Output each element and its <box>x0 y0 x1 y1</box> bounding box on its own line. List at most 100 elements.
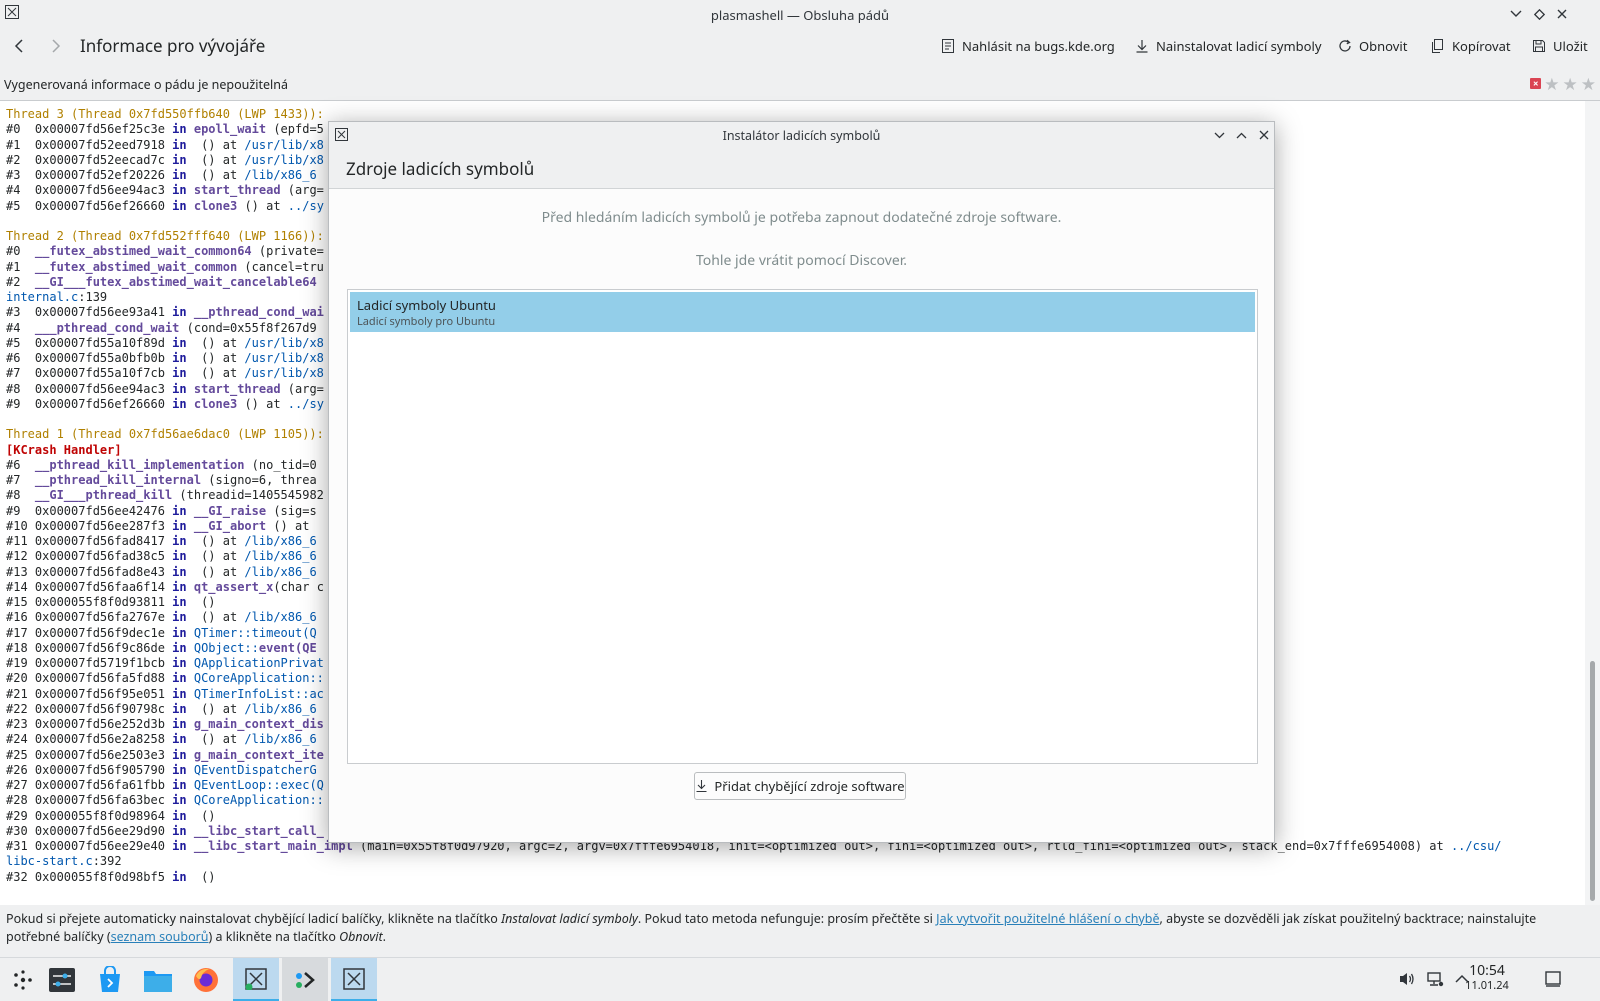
network-icon[interactable] <box>1424 968 1446 990</box>
backtrace-token: in <box>172 534 187 548</box>
dialog-minimize-icon[interactable] <box>1209 125 1229 145</box>
backtrace-token: #32 0x000055f8f0d98bf5 <box>6 869 173 884</box>
taskbar-crash-handler[interactable] <box>233 958 279 1001</box>
backtrace-token: in <box>172 869 187 884</box>
backtrace-token: clone3 <box>193 198 238 213</box>
backtrace-token: QCoreApplication:: <box>193 671 324 686</box>
sources-list[interactable]: Ladicí symboly Ubuntu Ladicí symboly pro… <box>347 289 1258 764</box>
copy-icon <box>1432 39 1443 53</box>
backtrace-token <box>187 122 194 136</box>
backtrace-token: in <box>172 198 187 213</box>
copy-button[interactable]: Kopírovat <box>1430 35 1511 57</box>
backtrace-token: #13 0x00007fd56fad8e43 <box>6 564 173 579</box>
backtrace-token: /usr/lib/x8 <box>244 366 324 381</box>
backtrace-token: #23 0x00007fd56e252d3b <box>6 717 173 731</box>
report-icon <box>942 39 954 53</box>
chevron-right-icon <box>52 39 61 53</box>
backtrace-token: #3 0x00007fd52ef20226 <box>6 168 173 182</box>
backtrace-token <box>187 183 194 197</box>
backtrace-token <box>187 397 194 411</box>
forward-button[interactable] <box>45 35 67 57</box>
backtrace-token: in <box>172 137 187 152</box>
backtrace-token: () at <box>186 534 245 548</box>
backtrace-token: ../sy <box>287 198 324 213</box>
backtrace-token: internal.c <box>6 290 79 304</box>
backtrace-token: #15 0x000055f8f0d93811 <box>6 595 173 609</box>
backtrace-token: (cond=0x55f8f267d9 <box>179 320 317 335</box>
backtrace-token <box>187 839 194 853</box>
backtrace-token: (signo=6, threa <box>201 473 317 487</box>
backtrace-token: (cancel=tru <box>237 259 324 274</box>
taskbar-firefox[interactable] <box>183 958 229 1001</box>
backtrace-token: in <box>172 503 187 518</box>
backtrace-token: #0 0x00007fd56ef25c3e <box>6 122 173 137</box>
close-icon[interactable] <box>1552 4 1572 24</box>
install-symbols-label: Nainstalovat ladicí symboly <box>1156 37 1322 55</box>
backtrace-token: in <box>172 640 187 655</box>
backtrace-token <box>187 382 194 396</box>
backtrace-token: in <box>172 518 187 533</box>
save-button[interactable]: Uložit <box>1531 35 1588 57</box>
backtrace-token: #3 0x00007fd56ee93a41 <box>6 305 173 320</box>
volume-icon[interactable] <box>1396 968 1418 990</box>
backtrace-token <box>187 580 194 594</box>
backtrace-token: start_thread <box>193 183 281 198</box>
save-icon <box>1533 40 1545 52</box>
show-desktop-icon[interactable] <box>1542 968 1564 990</box>
backtrace-token: (sig=s <box>266 503 317 518</box>
backtrace-token: #20 0x00007fd56fa5fd88 <box>6 671 173 686</box>
backtrace-token: [KCrash Handler] <box>6 442 122 457</box>
howto-report-link[interactable]: Jak vytvořit použitelné hlášení o chybě <box>936 910 1159 927</box>
backtrace-scrollbar[interactable] <box>1585 101 1600 905</box>
backtrace-token: __libc_start_call_ <box>193 823 324 838</box>
list-item[interactable]: Ladicí symboly Ubuntu Ladicí symboly pro… <box>350 292 1255 332</box>
backtrace-token: in <box>172 122 187 137</box>
back-button[interactable] <box>8 35 30 57</box>
backtrace-token: #22 0x00007fd56f90798c <box>6 701 173 716</box>
backtrace-token <box>187 763 194 777</box>
backtrace-token: in <box>172 351 187 365</box>
file-list-link[interactable]: seznam souborů <box>111 928 209 945</box>
scrollbar-thumb[interactable] <box>1590 661 1595 901</box>
add-sources-button[interactable]: Přidat chybějící zdroje software <box>694 772 906 800</box>
backtrace-token <box>187 824 194 838</box>
backtrace-token: QObject:: <box>193 640 259 655</box>
help-text-part: ) a klikněte na tlačítko <box>208 928 340 945</box>
backtrace-token: __GI___pthread_kill <box>34 488 173 503</box>
backtrace-token: #9 0x00007fd56ee42476 <box>6 503 173 518</box>
minimize-icon[interactable] <box>1506 4 1526 24</box>
reload-button[interactable]: Obnovit <box>1337 35 1407 57</box>
report-bug-button[interactable]: Nahlásit na bugs.kde.org <box>940 35 1115 57</box>
backtrace-token: (arg= <box>280 381 324 396</box>
dialog-maximize-icon[interactable] <box>1231 125 1251 145</box>
backtrace-token: :139 <box>78 290 108 304</box>
digital-clock[interactable]: 10:54 11.01.24 <box>1455 962 1519 993</box>
backtrace-token: g_main_context_ite <box>193 747 324 762</box>
dialog-close-icon[interactable] <box>1254 125 1274 145</box>
taskbar-kdevelop[interactable] <box>282 958 328 1001</box>
backtrace-token: in <box>172 778 187 792</box>
taskbar-file-manager[interactable] <box>135 958 181 1001</box>
backtrace-token: () <box>186 869 216 884</box>
backtrace-token: () at <box>186 168 245 182</box>
maximize-icon[interactable] <box>1529 4 1549 24</box>
backtrace-token: in <box>172 808 187 823</box>
backtrace-token: ../sy <box>287 396 324 411</box>
backtrace-token: in <box>172 396 187 411</box>
install-symbols-button[interactable]: Nainstalovat ladicí symboly <box>1134 35 1322 57</box>
backtrace-token: /usr/lib/x8 <box>244 137 324 152</box>
backtrace-token: QTimerInfoList::ac <box>193 686 324 701</box>
backtrace-token: QEventDispatcherG <box>193 762 317 777</box>
backtrace-token: Thread 1 (Thread 0x7fd56ae6dac0 (LWP 110… <box>6 427 324 442</box>
taskbar-system-settings[interactable] <box>39 958 85 1001</box>
taskbar-symbol-installer[interactable] <box>331 958 377 1001</box>
backtrace-token: () at <box>186 564 245 579</box>
discover-store-icon <box>100 965 120 992</box>
taskbar-discover[interactable] <box>87 958 133 1001</box>
backtrace-token: #16 0x00007fd56fa2767e <box>6 610 173 625</box>
backtrace-token: in <box>172 625 187 640</box>
backtrace-token: start_thread <box>193 381 281 396</box>
backtrace-token: ../csu/ <box>1450 839 1502 853</box>
backtrace-token: in <box>172 732 187 747</box>
backtrace-token: __futex_abstimed_wait_common64 <box>34 244 252 259</box>
